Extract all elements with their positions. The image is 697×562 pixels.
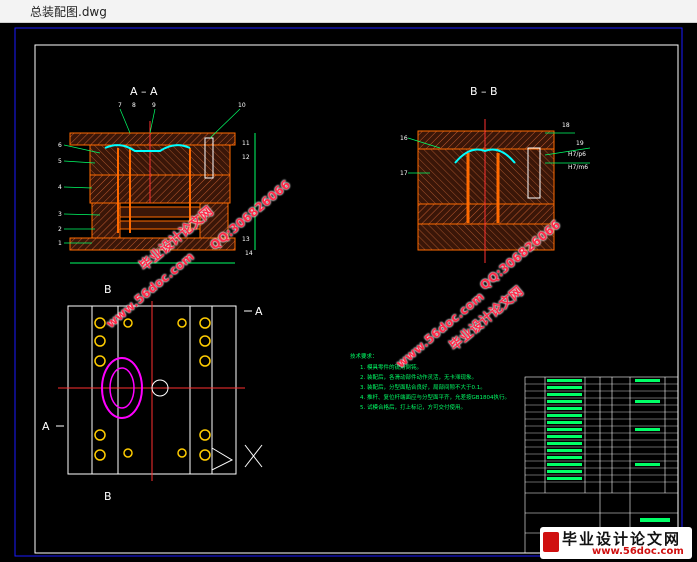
balloon-14: 14 [245,250,253,257]
balloon-13: 13 [242,236,250,243]
note-3: 3. 装配后，分型面贴合良好，局部间隙不大于0.1。 [360,383,486,391]
notes-title: 技术要求： [350,352,378,360]
technical-notes: 技术要求： 1. 模具零件的锐角倒钝。 2. 装配后，各滑动部件动作灵活，无卡滞… [350,352,510,411]
balloon-5: 5 [58,158,62,165]
marker-b-top: B [104,283,112,296]
balloon-11: 11 [242,140,250,147]
fit-label-2: H7/m6 [568,164,588,171]
marker-a-left: A [42,420,50,433]
parts-list-fill [547,379,670,522]
cad-canvas[interactable]: A – A 7 8 9 10 6 5 4 3 2 1 11 12 13 14 B… [0,23,697,562]
balloon-12: 12 [242,154,250,161]
note-2: 2. 装配后，各滑动部件动作灵活，无卡滞现象。 [360,373,477,381]
section-bb-view: B – B 16 17 18 19 H7/p6 H7/m6 [400,85,591,263]
parts-list-rows [525,383,678,483]
note-1: 1. 模具零件的锐角倒钝。 [360,363,422,371]
document-title: 总装配图.dwg [30,5,107,19]
balloon-2: 2 [58,226,62,233]
outer-frame [14,27,683,557]
drawing-svg: A – A 7 8 9 10 6 5 4 3 2 1 11 12 13 14 B… [14,27,683,557]
balloon-17: 17 [400,170,408,177]
balloon-8: 8 [132,102,136,109]
balloon-7: 7 [118,102,122,109]
footer-brand-logo-icon [543,532,559,552]
note-5: 5. 试模合格后，打上标记，方可交付使用。 [360,403,466,411]
balloon-18: 18 [562,122,570,129]
balloon-4: 4 [58,184,62,191]
footer-brand: 毕业设计论文网 www.56doc.com [540,527,692,559]
balloon-9: 9 [152,102,156,109]
section-bb-title: B – B [470,85,498,98]
note-4: 4. 推杆、复位杆端面应与分型面平齐，允差按GB1804执行。 [360,393,510,401]
title-bar: 总装配图.dwg [0,0,697,23]
balloon-1: 1 [58,240,62,247]
top-view: B B A A [42,283,263,503]
fit-label-1: H7/p6 [568,151,586,158]
footer-brand-url: www.56doc.com [592,546,684,557]
balloon-19: 19 [576,140,584,147]
balloon-6: 6 [58,142,62,149]
balloon-3: 3 [58,211,62,218]
balloon-10: 10 [238,102,246,109]
marker-b-bottom: B [104,490,112,503]
marker-a-right: A [255,305,263,318]
balloon-16: 16 [400,135,408,142]
section-aa-title: A – A [130,85,158,98]
